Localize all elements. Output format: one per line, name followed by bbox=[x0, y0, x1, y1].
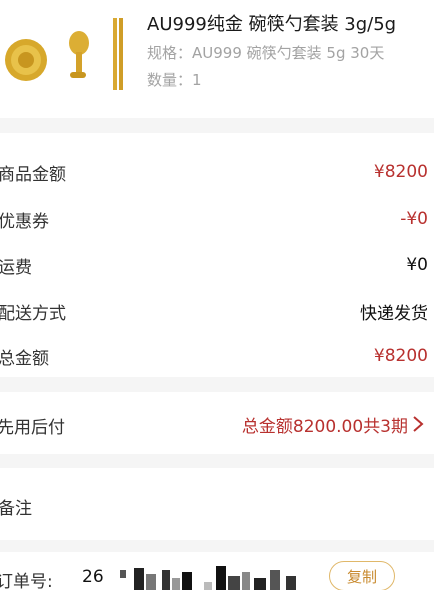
summary-row-total: 总金额 ¥8200 bbox=[0, 336, 434, 376]
installment-label: 先用后付 bbox=[0, 418, 65, 438]
chevron-right-icon bbox=[413, 416, 424, 432]
summary-label: 优惠券 bbox=[0, 211, 49, 232]
price-summary: 商品金额 ¥8200 优惠券 -¥0 运费 ¥0 配送方式 快递发货 总金额 ¥… bbox=[0, 133, 434, 377]
summary-label: 总金额 bbox=[0, 348, 49, 369]
remark-label: 备注 bbox=[0, 499, 32, 519]
installment-value: 总金额8200.00共3期 bbox=[241, 417, 408, 437]
order-number-label: 订单号: bbox=[0, 572, 53, 590]
product-title: AU999纯金 碗筷勺套装 3g/5g bbox=[147, 14, 397, 35]
summary-value: ¥8200 bbox=[373, 162, 428, 182]
summary-value: 快递发货 bbox=[360, 303, 428, 324]
summary-value: ¥0 bbox=[406, 255, 428, 275]
installment-row[interactable]: 先用后付 总金额8200.00共3期 bbox=[0, 392, 434, 454]
summary-label: 商品金额 bbox=[0, 164, 66, 185]
summary-row-shipping: 运费 ¥0 bbox=[0, 245, 434, 285]
product-thumbnail bbox=[5, 18, 123, 90]
summary-row-delivery: 配送方式 快递发货 bbox=[0, 291, 434, 331]
summary-label: 配送方式 bbox=[0, 303, 66, 324]
order-number: 26 bbox=[82, 567, 104, 587]
summary-row-goods-amount: 商品金额 ¥8200 bbox=[0, 152, 434, 192]
product-quantity: 数量：1 bbox=[147, 71, 202, 89]
redacted-mosaic bbox=[120, 566, 296, 590]
copy-button[interactable]: 复制 bbox=[329, 561, 395, 590]
order-number-row: 订单号: 26 复制 bbox=[0, 552, 434, 590]
product-card[interactable]: AU999纯金 碗筷勺套装 3g/5g 规格：AU999 碗筷勺套装 5g 30… bbox=[0, 0, 434, 118]
summary-row-coupon[interactable]: 优惠券 -¥0 bbox=[0, 199, 434, 239]
summary-value: ¥8200 bbox=[373, 346, 428, 366]
summary-label: 运费 bbox=[0, 257, 32, 278]
remark-row[interactable]: 备注 bbox=[0, 468, 434, 540]
summary-value: -¥0 bbox=[400, 209, 428, 229]
product-spec: 规格：AU999 碗筷勺套装 5g 30天 bbox=[147, 44, 385, 62]
